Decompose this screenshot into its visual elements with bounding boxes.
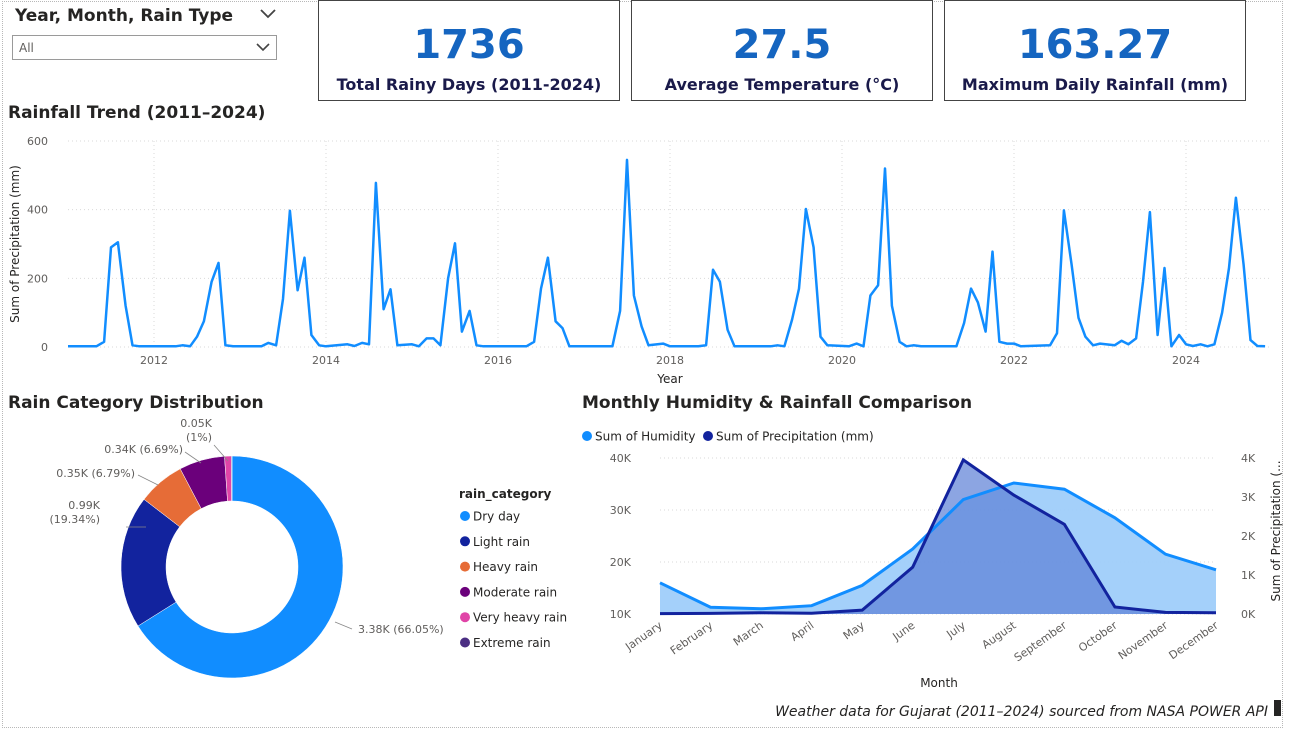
right-y-axis-title: Sum of Precipitation (... [1269,460,1283,601]
kpi-label: Average Temperature (°C) [664,75,900,94]
slicer-selected-value: All [19,41,34,55]
kpi-value: 163.27 [1017,22,1173,68]
kpi-value: 1736 [413,22,525,68]
left-y-tick-label: 40K [610,452,632,465]
donut-slice-extreme-rain[interactable] [231,455,233,502]
trend-chart-title: Rainfall Trend (2011–2024) [8,103,266,123]
kpi-label: Maximum Daily Rainfall (mm) [961,75,1229,94]
chevron-down-icon [256,43,270,52]
kpi-label: Total Rainy Days (2011-2024) [336,75,602,94]
precipitation-series-line[interactable] [68,158,1266,348]
legend-item-label[interactable]: Very heavy rain [473,611,567,625]
left-y-tick-label: 30K [610,504,632,517]
kpi-card-maximum-daily-rainfall: 163.27 Maximum Daily Rainfall (mm) [944,0,1246,101]
x-axis-title: Year [656,372,682,386]
x-tick-label: July [944,619,969,642]
legend-item-label[interactable]: Heavy rain [473,560,538,574]
x-tick-label: 2014 [312,354,340,367]
x-tick-label: October [1076,619,1120,655]
y-tick-label: 400 [27,204,48,217]
x-tick-label: August [980,618,1020,651]
x-tick-label: June [890,619,918,644]
right-y-tick-label: 3K [1241,491,1256,504]
x-tick-label: April [788,619,816,644]
legend-item-label[interactable]: Extreme rain [473,636,551,650]
y-tick-label: 200 [27,272,48,285]
donut-data-label: 0.05K [180,417,212,430]
combo-chart-title: Monthly Humidity & Rainfall Comparison [582,393,973,413]
scroll-handle[interactable] [1274,700,1281,716]
kpi-value: 27.5 [732,22,832,68]
data-source-footnote: Weather data for Gujarat (2011–2024) sou… [775,704,1268,720]
legend-item-label[interactable]: Moderate rain [473,585,557,599]
x-tick-label: 2022 [1000,354,1028,367]
kpi-card-average-temperature: 27.5 Average Temperature (°C) [631,0,933,101]
legend-marker [460,586,470,597]
legend-marker [582,431,592,441]
legend-item-label[interactable]: Light rain [473,535,530,549]
donut-leader-line [137,474,159,486]
donut-data-label: 0.34K (6.69%) [104,443,183,456]
legend-marker [703,431,713,441]
legend-marker [460,637,470,648]
x-tick-label: December [1167,619,1222,663]
right-y-tick-label: 0K [1241,608,1256,621]
slicer-collapse-chevron-icon[interactable] [258,2,278,24]
left-y-tick-label: 10K [610,608,632,621]
rainfall-trend-chart[interactable]: 0 200 400 600 2012 2014 2016 2018 2020 2022 2024 Ye… [0,125,1290,390]
legend-title: rain_category [459,487,552,502]
donut-leader-line [184,451,202,464]
right-y-tick-label: 4K [1241,452,1256,465]
donut-leader-line [334,621,353,630]
donut-data-label: 0.35K (6.79%) [56,467,135,480]
legend-item-label[interactable]: Sum of Humidity [595,430,696,444]
humidity-rainfall-area-chart[interactable]: Sum of Humidity Sum of Precipitation (mm)… [578,415,1283,700]
slicer-dropdown[interactable]: All [12,35,277,60]
x-tick-label: March [731,619,766,649]
legend-item-label[interactable]: Dry day [473,510,520,524]
legend-marker [460,612,470,623]
x-tick-label: 2018 [656,354,684,367]
donut-data-label: 3.38K (66.05%) [358,623,444,636]
legend-item-label[interactable]: Sum of Precipitation (mm) [716,430,874,444]
legend-marker [460,511,470,521]
legend-marker [460,561,470,572]
right-y-tick-label: 2K [1241,530,1256,543]
x-axis-title: Month [920,676,958,690]
y-tick-label: 600 [27,135,48,148]
x-tick-label: May [841,619,867,643]
x-tick-label: November [1116,619,1171,663]
x-tick-label: 2016 [484,354,512,367]
rain-category-donut-chart[interactable]: 3.38K (66.05%) 0.99K(19.34%) 0.35K (6.79%)… [0,415,580,700]
donut-data-label: 0.99K [68,499,100,512]
x-tick-label: September [1012,619,1070,665]
x-tick-label: 2020 [828,354,856,367]
right-y-tick-label: 1K [1241,569,1256,582]
donut-data-label: (19.34%) [49,513,100,526]
y-axis-title: Sum of Precipitation (mm) [8,165,22,323]
x-tick-label: February [668,619,716,658]
left-y-tick-label: 20K [610,556,632,569]
kpi-card-total-rainy-days: 1736 Total Rainy Days (2011-2024) [318,0,620,101]
slicer-title: Year, Month, Rain Type [15,6,234,26]
donut-chart-title: Rain Category Distribution [8,393,264,413]
donut-data-label: (1%) [186,431,212,444]
legend-marker [460,536,470,547]
x-tick-label: 2024 [1172,354,1200,367]
y-tick-label: 0 [41,341,48,354]
x-tick-label: 2012 [140,354,168,367]
x-tick-label: January [622,619,665,654]
